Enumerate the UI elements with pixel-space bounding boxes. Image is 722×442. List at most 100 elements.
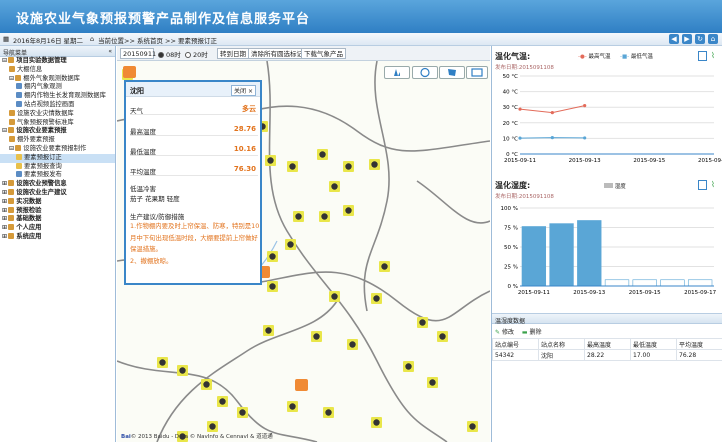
folder-icon	[8, 224, 15, 231]
legend-max: -●- 最高气温	[578, 52, 611, 60]
legend-min-marker: -■-	[620, 54, 630, 60]
advice-title: 生产建议/防御措施	[130, 213, 185, 221]
eggplant-icon	[159, 359, 166, 366]
download-product-button[interactable]: 下载气象产品	[301, 48, 346, 59]
chart-icon[interactable]: ⌇	[711, 51, 720, 61]
doc-icon[interactable]	[698, 51, 707, 61]
expander-icon[interactable]: ⊞	[2, 207, 7, 214]
folder-icon	[16, 83, 22, 90]
sidebar-item[interactable]: 要素预报发布	[0, 171, 115, 180]
doc-icon[interactable]	[698, 180, 707, 190]
data-point	[550, 136, 554, 140]
pan-tool-icon[interactable]	[384, 66, 410, 79]
province-border	[416, 180, 490, 224]
delete-button[interactable]: ▬ 删除	[522, 329, 542, 336]
date-input[interactable]: 20150911	[120, 48, 156, 59]
sidebar-item[interactable]: ⊞ 设施农业预警信息	[0, 180, 115, 189]
col-header: 平均温度	[676, 338, 722, 350]
folder-icon	[16, 153, 22, 160]
hum-publish-date: 发布日期:2015091108	[495, 194, 554, 200]
sidebar-item[interactable]: ⊞ 基础数据	[0, 215, 115, 224]
expander-icon[interactable]: ⊞	[2, 215, 7, 222]
row-value: 10.16	[233, 145, 256, 153]
popup-row-weather: 天气 多云	[130, 103, 258, 115]
sidebar-item[interactable]: ⊟ 设施农业要素预报制作	[0, 144, 115, 154]
expander-icon[interactable]: ⊞	[2, 224, 7, 231]
forward-arrow-icon[interactable]: ▶	[682, 34, 692, 44]
eggplant-icon	[439, 333, 446, 340]
sidebar-item[interactable]: 棚内作物生长发育观测数据库	[0, 92, 115, 101]
table-row[interactable]: 54342 沈阳 28.22 17.00 76.28	[492, 349, 722, 361]
table-cell: 28.22	[584, 349, 631, 361]
folder-icon	[8, 232, 15, 239]
row-key: 平均温度	[130, 168, 156, 176]
sidebar-item[interactable]: 站点视频监控画面	[0, 100, 115, 110]
baidu-logo: Bai	[121, 434, 131, 440]
folder-icon	[8, 180, 15, 187]
sidebar-item[interactable]: ⊞ 实况数据	[0, 197, 115, 207]
expander-icon[interactable]: ⊞	[2, 180, 7, 187]
expander-icon[interactable]: ⊟	[9, 145, 14, 152]
back-arrow-icon[interactable]: ◀	[669, 34, 679, 44]
expander-icon[interactable]: ⊟	[2, 127, 7, 134]
province-border	[266, 61, 448, 442]
folder-icon	[8, 206, 15, 213]
sidebar-item[interactable]: ⊞ 个人应用	[0, 224, 115, 233]
eggplant-icon	[219, 398, 226, 405]
clear-marks-button[interactable]: 清除所有圆选标记	[248, 48, 306, 59]
y-tick-label: 50 %	[504, 245, 518, 251]
sidebar-item[interactable]: ⊟ 设施农业要素预报	[0, 127, 115, 136]
edit-button[interactable]: ✎ 修改	[495, 329, 514, 336]
sidebar-item[interactable]: 棚外要素预报	[0, 136, 115, 145]
sidebar-item[interactable]: 棚内气象观测	[0, 83, 115, 92]
sidebar-item[interactable]: 设施农业灾情数据库	[0, 109, 115, 119]
sidebar-item-label: 项目实验数据管理	[16, 57, 67, 64]
rectangle-tool-icon[interactable]	[466, 66, 488, 79]
expander-icon[interactable]: ⊞	[2, 198, 7, 205]
sidebar-item-label: 系统应用	[16, 232, 42, 240]
expander-icon[interactable]: ⊞	[2, 233, 7, 240]
folder-icon	[8, 57, 15, 63]
popup-header: 沈阳 关闭 ×	[126, 82, 260, 97]
folder-icon	[8, 127, 15, 134]
sidebar-item[interactable]: ⊞ 设施农业生产建议	[0, 188, 115, 198]
chart-icon[interactable]: ⌇	[711, 180, 720, 190]
sidebar-item-label: 棚外气象观测数据库	[23, 74, 80, 82]
expander-icon[interactable]: ⊞	[2, 189, 7, 196]
humidity-chart: 0 % 25 % 50 % 75 % 100 % 2015-09-11 2015-09-13…	[501, 206, 717, 296]
humidity-bar	[549, 223, 574, 287]
radio-unchecked-icon	[185, 52, 191, 58]
sidebar-item[interactable]: ⊞ 系统应用	[0, 232, 115, 242]
expander-icon[interactable]: ⊟	[9, 75, 14, 82]
data-table: 站点编号 站点名称 最高温度 最低温度 平均温度 54342 沈阳 28.22 17.00 76…	[492, 338, 722, 361]
eggplant-icon	[373, 419, 380, 426]
radio-08[interactable]: 08时	[158, 49, 181, 59]
x-tick-label: 2015-09-11	[518, 290, 550, 296]
sidebar-item[interactable]: 要素预报订正	[0, 153, 115, 163]
folder-icon	[9, 118, 15, 125]
eggplant-icon	[345, 207, 352, 214]
home-button-icon[interactable]: ⌂	[708, 34, 718, 44]
sidebar-item-label: 棚外要素预报	[17, 136, 55, 144]
radio-08-label: 08时	[166, 51, 181, 59]
radio-20[interactable]: 20时	[185, 49, 208, 59]
sidebar-item[interactable]: ⊟ 项目实验数据管理	[0, 57, 115, 66]
popup-close-button[interactable]: 关闭 ×	[231, 85, 256, 96]
sidebar-item-label: 设施农业预警信息	[16, 180, 67, 188]
breadcrumb[interactable]: >> 系统首页 >> 要素预报订正	[124, 35, 217, 45]
sidebar-item[interactable]: 大棚信息	[0, 65, 115, 75]
collapse-icon[interactable]: «	[108, 48, 112, 55]
eggplant-icon	[269, 283, 276, 290]
refresh-icon[interactable]: ↻	[695, 34, 705, 44]
col-header: 最高温度	[584, 338, 631, 350]
row-key: 天气	[130, 107, 143, 115]
sidebar-item-label: 要素预报发布	[24, 171, 62, 179]
table-cell: 54342	[492, 349, 539, 361]
circle-tool-icon[interactable]	[412, 66, 438, 79]
eggplant-icon	[239, 409, 246, 416]
switch-date-button[interactable]: 转到日期	[217, 48, 249, 59]
table-actions: ✎ 修改 ▬ 删除	[495, 327, 542, 336]
y-tick-label: 75 %	[504, 226, 518, 232]
polygon-tool-icon[interactable]	[439, 66, 465, 79]
expander-icon[interactable]: ⊟	[2, 57, 7, 64]
